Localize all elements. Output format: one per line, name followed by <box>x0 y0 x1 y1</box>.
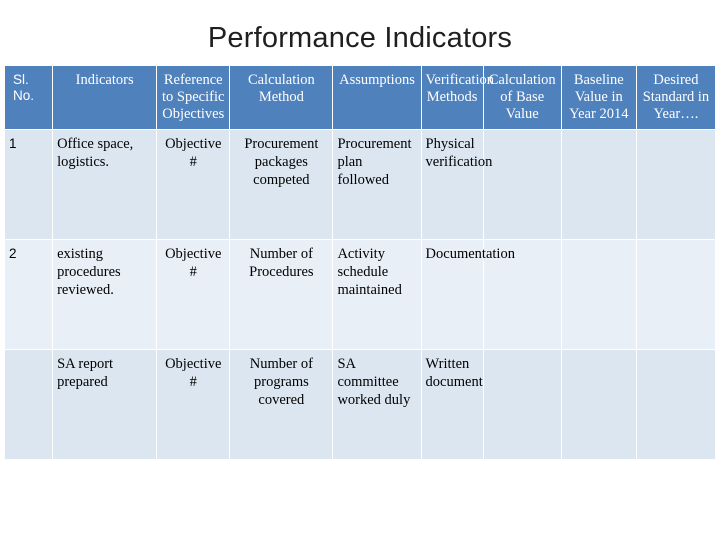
col-header-verification-methods: Verification Methods <box>420 64 494 131</box>
cell-baseline-value <box>560 239 637 351</box>
cell-calculation-method: Number of programs covered <box>229 349 334 461</box>
cell-indicators: SA report prepared <box>52 349 158 461</box>
cell-baseline-value <box>560 349 637 461</box>
cell-calculation-method: Procurement packages competed <box>229 129 334 241</box>
col-header-assumptions: Assumptions <box>332 64 422 131</box>
cell-calculation-of-base-value <box>482 129 562 241</box>
col-header-desired-standard: Desired Standard in Year…. <box>635 64 717 131</box>
cell-indicators: existing procedures reviewed. <box>52 239 158 351</box>
cell-assumptions: SA committee worked duly <box>332 349 422 461</box>
cell-desired-standard <box>635 129 717 241</box>
cell-reference: Objective # <box>156 129 231 241</box>
performance-indicators-table: Sl. No. Indicators Reference to Specific… <box>3 64 717 461</box>
cell-assumptions: Procurement plan followed <box>332 129 422 241</box>
table-row: 2 existing procedures reviewed. Objectiv… <box>3 239 717 351</box>
cell-sl-no: 2 <box>3 239 54 351</box>
cell-reference: Objective # <box>156 239 231 351</box>
col-header-reference: Reference to Specific Objectives <box>156 64 231 131</box>
col-header-calculation-of-base-value: Calculation of Base Value <box>482 64 562 131</box>
cell-verification-methods: Documentation <box>420 239 515 351</box>
cell-desired-standard <box>635 239 717 351</box>
slide: Performance Indicators Sl. No. Indicator… <box>0 0 720 540</box>
cell-baseline-value <box>560 129 637 241</box>
col-header-sl-no: Sl. No. <box>3 64 54 131</box>
cell-desired-standard <box>635 349 717 461</box>
table-header: Sl. No. Indicators Reference to Specific… <box>3 64 717 131</box>
page-title: Performance Indicators <box>207 22 513 54</box>
cell-calculation-of-base-value <box>482 349 562 461</box>
cell-sl-no: 1 <box>3 129 54 241</box>
cell-indicators: Office space, logistics. <box>52 129 158 241</box>
cell-assumptions: Activity schedule maintained <box>332 239 422 351</box>
table-row: 1 Office space, logistics. Objective # P… <box>3 129 717 241</box>
col-header-calculation-method: Calculation Method <box>229 64 334 131</box>
col-header-baseline-value: Baseline Value in Year 2014 <box>560 64 637 131</box>
cell-verification-methods: Written document <box>420 349 484 461</box>
table-row: SA report prepared Objective # Number of… <box>3 349 717 461</box>
cell-verification-methods: Physical verification <box>420 129 492 241</box>
cell-reference: Objective # <box>156 349 231 461</box>
cell-sl-no <box>3 349 54 461</box>
table-body: 1 Office space, logistics. Objective # P… <box>3 129 717 461</box>
cell-calculation-method: Number of Procedures <box>229 239 334 351</box>
col-header-indicators: Indicators <box>52 64 158 131</box>
table-header-row: Sl. No. Indicators Reference to Specific… <box>3 64 717 131</box>
